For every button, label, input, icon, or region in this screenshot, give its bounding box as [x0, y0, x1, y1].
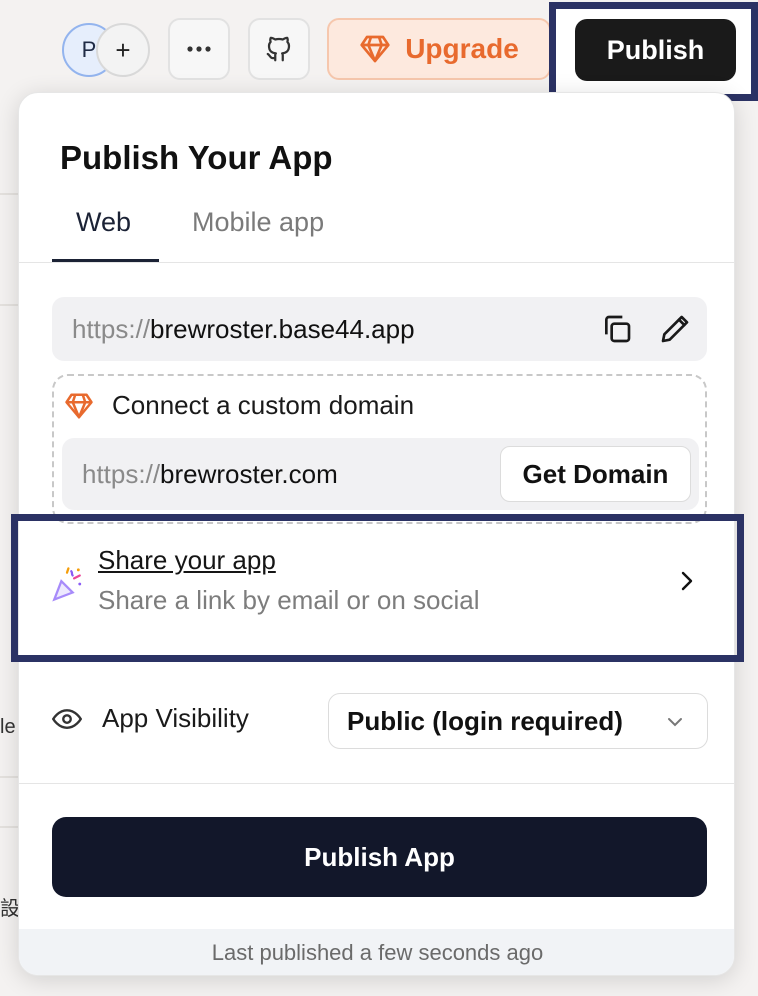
eye-icon	[52, 708, 82, 729]
bg-divider	[0, 776, 20, 778]
publish-app-button[interactable]: Publish App	[52, 817, 707, 897]
tab-mobile-app[interactable]: Mobile app	[192, 207, 324, 238]
github-icon	[266, 36, 291, 62]
app-url-field[interactable]: https:// brewroster.base44.app	[52, 297, 707, 361]
diamond-icon	[360, 35, 390, 63]
github-button[interactable]	[248, 18, 310, 80]
copy-icon[interactable]	[601, 313, 633, 345]
top-bar: P + Upgrade Publish	[0, 0, 758, 101]
upgrade-button[interactable]: Upgrade	[327, 18, 551, 80]
bg-text-fragment: le	[0, 716, 16, 738]
custom-domain-section: Connect a custom domain https:// brewros…	[52, 374, 707, 524]
visibility-selected-value: Public (login required)	[347, 705, 623, 736]
get-domain-button[interactable]: Get Domain	[500, 446, 691, 502]
popover-title: Publish Your App	[60, 139, 333, 176]
last-published-status: Last published a few seconds ago	[19, 929, 734, 975]
bg-divider	[0, 304, 20, 306]
more-horizontal-icon	[187, 46, 211, 52]
add-collaborator-button[interactable]: +	[96, 23, 150, 77]
diamond-icon	[65, 393, 93, 418]
bg-divider	[0, 826, 20, 828]
chevron-down-icon	[668, 718, 682, 727]
section-divider	[19, 783, 734, 784]
app-visibility-label: App Visibility	[102, 703, 249, 733]
publish-button[interactable]: Publish	[575, 19, 736, 81]
url-prefix: https://	[72, 313, 151, 344]
url-domain: brewroster.base44.app	[150, 313, 415, 344]
custom-domain-heading: Connect a custom domain	[112, 390, 415, 420]
domain-prefix: https://	[82, 458, 161, 489]
avatar-initial: P	[81, 37, 97, 62]
more-options-button[interactable]	[168, 18, 230, 80]
bg-divider	[0, 193, 20, 195]
custom-domain-input[interactable]: https:// brewroster.com Get Domain	[62, 438, 699, 510]
app-visibility-label-group: App Visibility	[52, 703, 249, 734]
domain-value: brewroster.com	[160, 458, 338, 489]
screen: le 設 P + Upgrade Publish Publish Your Ap…	[0, 0, 758, 996]
edit-pencil-icon[interactable]	[659, 313, 691, 345]
bg-text-fragment: 設	[0, 898, 20, 920]
tabs-divider	[19, 262, 734, 263]
share-highlight-frame	[11, 514, 744, 662]
plus-icon: +	[115, 34, 131, 65]
tab-web[interactable]: Web	[76, 207, 131, 238]
app-visibility-row: App Visibility Public (login required)	[52, 693, 708, 753]
custom-domain-heading-row: Connect a custom domain	[64, 390, 414, 421]
upgrade-label: Upgrade	[405, 33, 519, 64]
visibility-select[interactable]: Public (login required)	[328, 693, 708, 749]
